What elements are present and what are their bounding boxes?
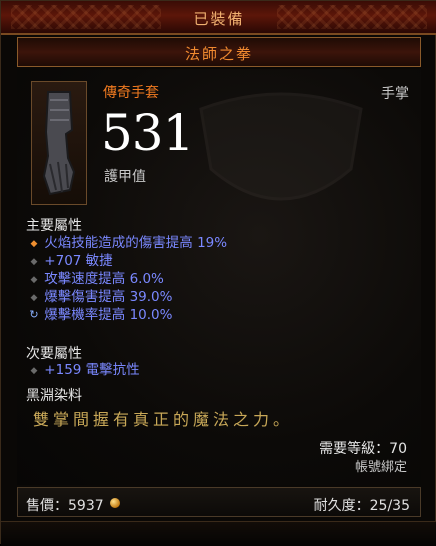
primary-stat: ◆ 火焰技能造成的傷害提高 19% [28, 234, 228, 252]
gold-coin-icon [110, 498, 120, 508]
flavor-text: 雙掌間握有真正的魔法之力。 [33, 410, 294, 429]
primary-stat: ◆ 爆擊傷害提高 39.0% [28, 288, 173, 306]
secondary-stat: ◆ +159 電擊抗性 [28, 361, 140, 379]
gauntlet-icon[interactable] [31, 81, 87, 205]
tooltip-bottom-edge [1, 521, 436, 546]
durability: 耐久度：25/35 [313, 498, 410, 514]
item-slot: 手掌 [381, 86, 409, 102]
diamond-bullet-icon: ◆ [30, 257, 38, 267]
item-type: 傳奇手套 [103, 85, 159, 101]
equipped-banner: 已裝備 [1, 1, 436, 35]
item-name: 法師之拳 [184, 45, 253, 63]
armor-value: 531 [101, 104, 194, 162]
primary-stat: ◆ +707 敏捷 [28, 252, 113, 270]
item-tooltip: 已裝備 法師之拳 傳奇手套 手掌 531 護甲值 主要屬性 ◆ 火焰技能造成的傷… [0, 0, 436, 546]
enchanted-cycle-icon: ↻ [29, 308, 39, 321]
armor-shield-icon [199, 92, 363, 201]
legendary-diamond-icon: ◆ [30, 239, 38, 249]
tooltip-footer: 售價：5937 耐久度：25/35 [17, 487, 421, 517]
armor-label: 護甲值 [104, 169, 146, 185]
equipped-label: 已裝備 [193, 10, 245, 28]
secondary-attributes-label: 次要屬性 [26, 346, 82, 362]
primary-stat: ◆ 攻擊速度提高 6.0% [28, 270, 164, 288]
diamond-bullet-icon: ◆ [30, 366, 38, 376]
dye-label: 黑淵染料 [26, 388, 82, 404]
diamond-bullet-icon: ◆ [30, 275, 38, 285]
primary-attributes-label: 主要屬性 [26, 218, 82, 234]
item-name-banner: 法師之拳 [17, 37, 421, 67]
primary-stat: ↻ 爆擊機率提高 10.0% [29, 307, 173, 323]
required-level: 需要等級：70 [319, 441, 407, 457]
diamond-bullet-icon: ◆ [30, 293, 38, 303]
account-bound-label: 帳號綁定 [354, 460, 407, 475]
sell-price: 售價：5937 [26, 498, 104, 514]
